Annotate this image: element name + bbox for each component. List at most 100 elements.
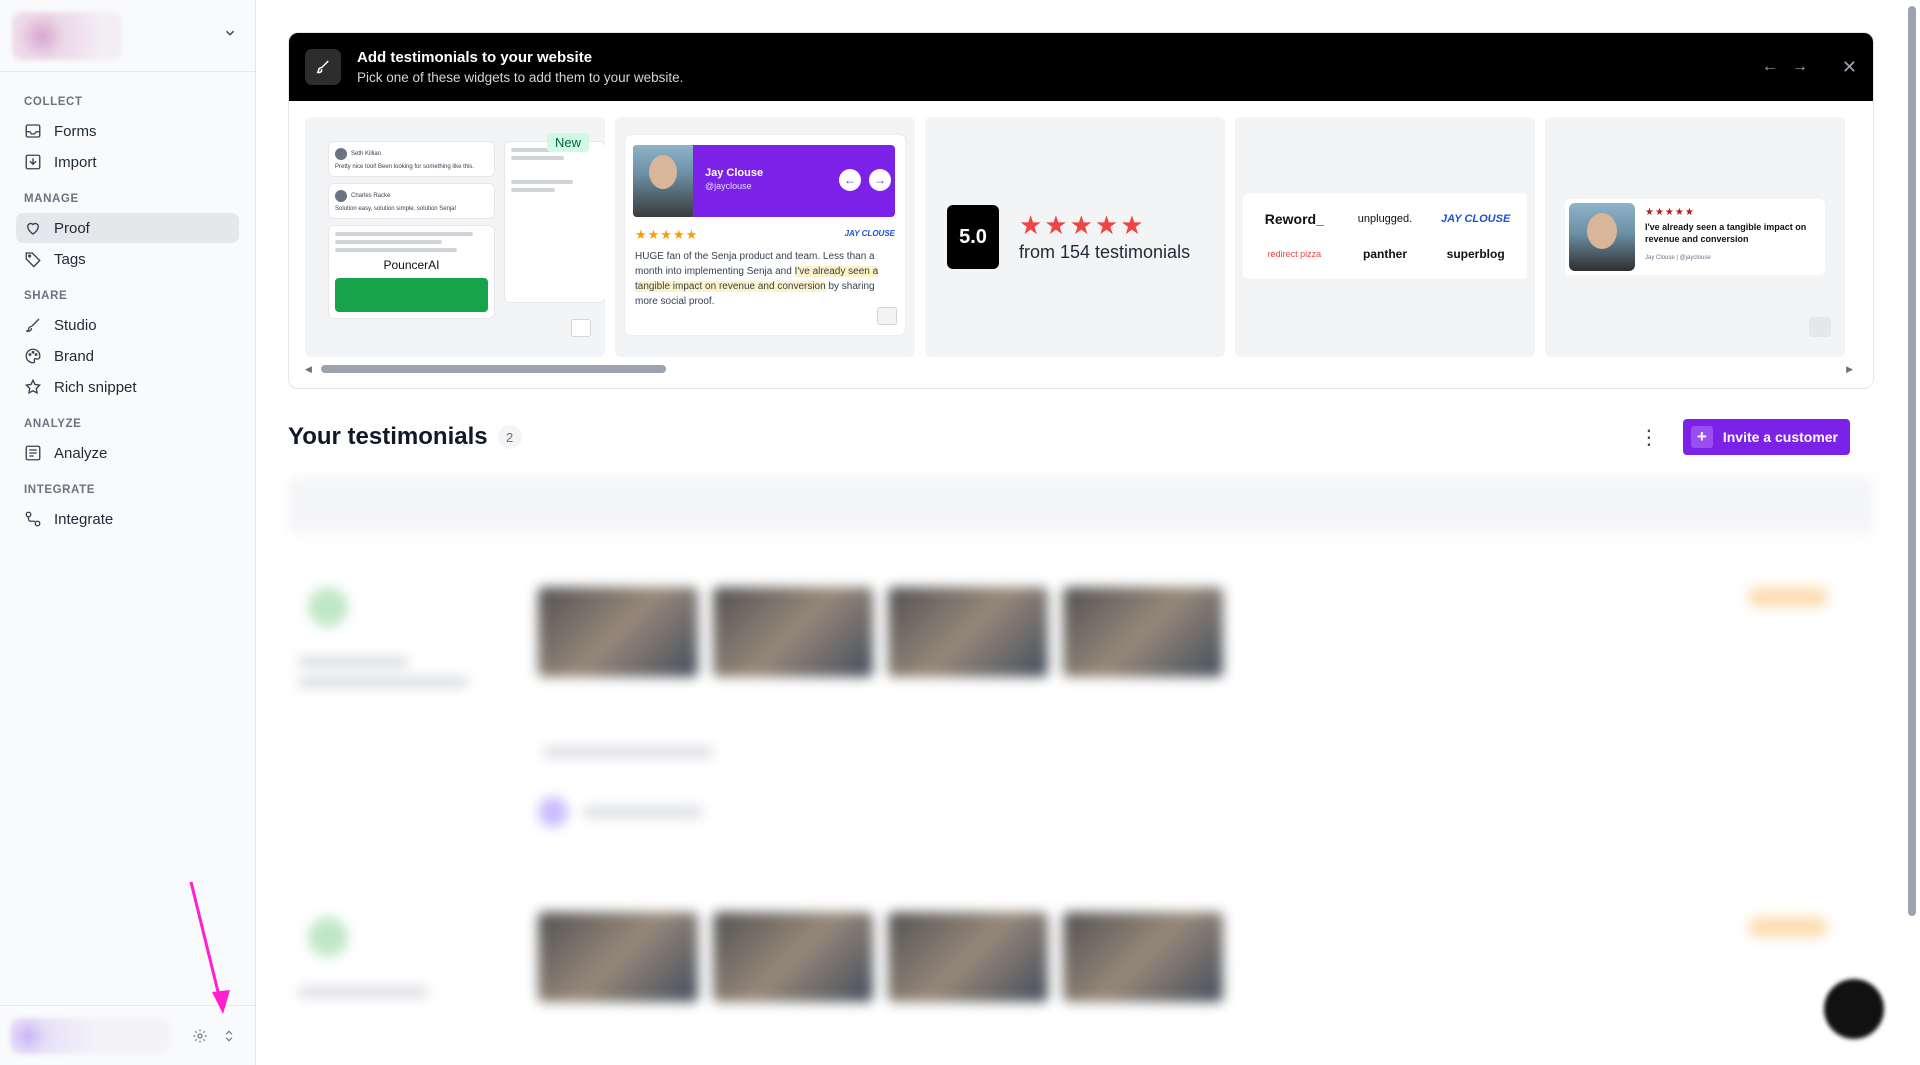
- arrow-left-icon[interactable]: ←: [1762, 58, 1778, 76]
- testimonials-table-blurred: [288, 477, 1874, 1065]
- widget-picker-title: Add testimonials to your website: [357, 49, 593, 66]
- section-label-share: SHARE: [24, 290, 68, 302]
- logo-unplugged: unplugged.: [1357, 213, 1413, 225]
- single-preview: ★★★★★ I've already seen a tangible impac…: [1565, 199, 1825, 275]
- table-row[interactable]: [288, 897, 1874, 1065]
- sidebar-item-label: Proof: [54, 219, 90, 237]
- import-icon: [25, 154, 41, 170]
- carousel-preview: Jay Clouse @jayclouse ← → ★★★★★ JAY CLOU…: [625, 135, 905, 335]
- avatar: [335, 148, 347, 160]
- play-icon: [877, 307, 897, 325]
- logo-redirect-pizza: redirect pizza: [1267, 249, 1322, 259]
- sidebar-item-proof[interactable]: Proof: [16, 213, 239, 243]
- sidebar-item-label: Forms: [54, 122, 97, 140]
- widget-tile-single[interactable]: ★★★★★ I've already seen a tangible impac…: [1545, 117, 1845, 357]
- wall-column: Seth Killian Pretty nice tool! Been look…: [329, 142, 494, 326]
- main-content: Add testimonials to your website Pick on…: [288, 32, 1874, 1002]
- widget-picker-card: Add testimonials to your website Pick on…: [288, 32, 1874, 389]
- wall-logo: PouncerAI: [383, 258, 440, 272]
- sidebar-item-label: Analyze: [54, 444, 108, 462]
- invite-button-label: Invite a customer: [1722, 429, 1838, 445]
- rating-score: 5.0: [947, 205, 999, 269]
- wall-name: Charles Racke: [351, 193, 391, 199]
- brush-icon: [26, 318, 40, 332]
- workspace-switcher[interactable]: [0, 0, 255, 72]
- sidebar-item-label: Integrate: [54, 510, 114, 528]
- close-icon[interactable]: ✕: [1842, 57, 1857, 78]
- widget-picker-subtitle: Pick one of these widgets to add them to…: [357, 70, 684, 85]
- star-icon: [24, 378, 42, 395]
- horizontal-scrollbar[interactable]: ◀ ▶: [305, 364, 1853, 374]
- inbox-icon: [25, 124, 41, 138]
- new-badge: New: [547, 133, 590, 152]
- single-text: I've already seen a tangible impact on r…: [1645, 222, 1807, 244]
- arrow-left-icon: ←: [839, 169, 861, 191]
- logos-preview: Reword_ unplugged. JAY CLOUSE redirect p…: [1243, 193, 1527, 279]
- sidebar-item-tags[interactable]: Tags: [16, 244, 239, 274]
- logo-panther: panther: [1362, 247, 1407, 261]
- account-bar: [0, 1005, 256, 1065]
- workspace-avatar-blurred: [12, 11, 122, 60]
- scroll-thumb[interactable]: [321, 365, 666, 373]
- palette-icon: [25, 348, 41, 364]
- chevron-down-icon[interactable]: [223, 26, 237, 45]
- plus-icon: +: [1690, 426, 1713, 448]
- arrow-right-icon[interactable]: →: [1792, 58, 1808, 76]
- logo-superblog: superblog: [1446, 247, 1505, 261]
- wall-mini-card: Seth Killian Pretty nice tool! Been look…: [329, 142, 494, 176]
- chevron-up-down-icon[interactable]: [222, 1028, 236, 1044]
- scroll-left-icon[interactable]: ◀: [305, 364, 312, 375]
- tag-icon: [25, 252, 41, 268]
- avatar: [1569, 203, 1635, 271]
- sidebar-item-analyze[interactable]: Analyze: [16, 438, 239, 468]
- rating-preview: 5.0 ★★★★★ from 154 testimonials: [947, 205, 1190, 269]
- section-label-integrate: INTEGRATE: [24, 484, 95, 496]
- carousel-name: Jay Clouse: [705, 167, 764, 179]
- sidebar-item-rich-snippet[interactable]: Rich snippet: [16, 372, 239, 402]
- sidebar-item-label: Brand: [54, 347, 95, 365]
- wall-mini-card: PouncerAI: [329, 226, 494, 318]
- page-title: Your testimonials: [288, 423, 488, 450]
- invite-customer-button[interactable]: + Invite a customer: [1682, 419, 1850, 455]
- sidebar-item-forms[interactable]: Forms: [16, 116, 239, 146]
- count-badge: 2: [497, 425, 522, 449]
- widget-picker-header: Add testimonials to your website Pick on…: [289, 33, 1873, 101]
- testimonials-header: Your testimonials 2 ⋮ + Invite a custome…: [288, 417, 1874, 457]
- wall-text: Solution easy, solution simple, solution…: [335, 206, 457, 212]
- avatar: [633, 145, 693, 217]
- pen-icon: [305, 49, 341, 85]
- widget-tile-logos[interactable]: Reword_ unplugged. JAY CLOUSE redirect p…: [1235, 117, 1535, 357]
- logo-jay-clouse: JAY CLOUSE: [1441, 213, 1511, 225]
- rating-text: from 154 testimonials: [1019, 241, 1191, 262]
- more-options-icon[interactable]: ⋮: [1639, 425, 1659, 450]
- sidebar: COLLECT Forms Import MANAGE Proof Tags S…: [0, 0, 256, 1065]
- sidebar-item-studio[interactable]: Studio: [16, 310, 239, 340]
- widget-tile-rating[interactable]: 5.0 ★★★★★ from 154 testimonials: [925, 117, 1225, 357]
- widget-tile-carousel[interactable]: Jay Clouse @jayclouse ← → ★★★★★ JAY CLOU…: [615, 117, 915, 357]
- account-avatar-blurred[interactable]: [10, 1017, 170, 1054]
- widget-tile-wall[interactable]: Seth Killian Pretty nice tool! Been look…: [305, 117, 605, 357]
- rating-stars: ★★★★★: [1019, 209, 1146, 240]
- sidebar-item-integrate[interactable]: Integrate: [16, 504, 239, 534]
- carousel-stars: ★★★★★: [635, 227, 699, 242]
- sidebar-nav: COLLECT Forms Import MANAGE Proof Tags S…: [0, 72, 255, 534]
- table-row[interactable]: [288, 567, 1874, 867]
- page-scrollbar[interactable]: [1908, 6, 1916, 916]
- section-label-analyze: ANALYZE: [24, 418, 82, 430]
- scroll-right-icon[interactable]: ▶: [1846, 364, 1853, 375]
- sidebar-item-label: Studio: [54, 316, 97, 334]
- sidebar-item-import[interactable]: Import: [16, 147, 239, 177]
- logo-reword: Reword_: [1264, 211, 1324, 227]
- sidebar-item-label: Tags: [54, 250, 86, 268]
- wall-column: [505, 142, 605, 310]
- chat-launcher-button[interactable]: [1824, 979, 1884, 1039]
- table-header: [288, 477, 1874, 533]
- analyze-icon: [25, 445, 41, 461]
- single-stars: ★★★★★: [1645, 207, 1695, 218]
- gear-icon[interactable]: [192, 1028, 208, 1044]
- integrate-icon: [25, 511, 41, 527]
- single-author: Jay Clouse | @jayclouse: [1645, 255, 1711, 261]
- wall-text: Pretty nice tool! Been looking for somet…: [335, 164, 475, 170]
- wall-image: [335, 278, 488, 312]
- sidebar-item-brand[interactable]: Brand: [16, 341, 239, 371]
